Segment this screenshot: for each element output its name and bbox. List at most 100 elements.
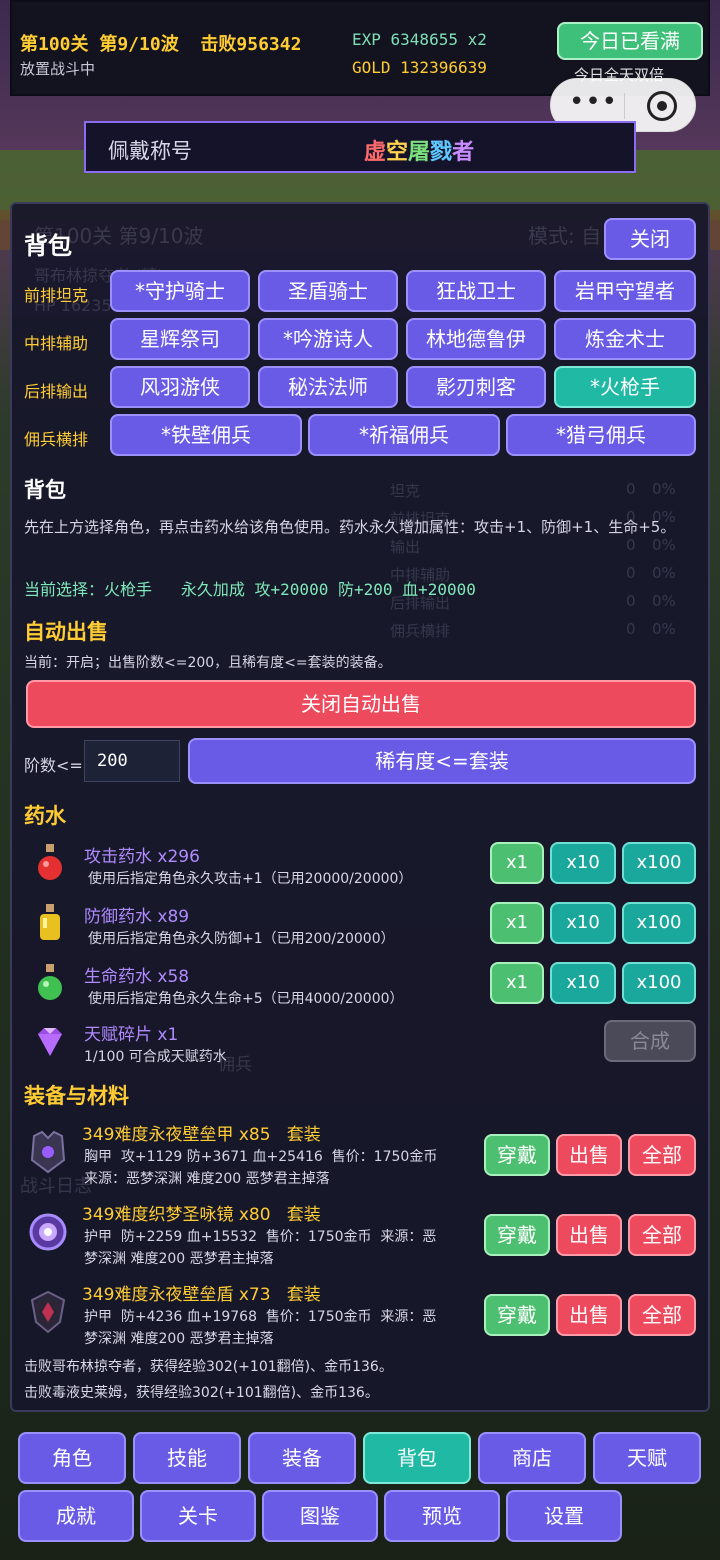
shield-icon <box>30 1290 66 1334</box>
potions-title: 药水 <box>24 804 66 828</box>
role-guardian-knight[interactable]: *守护骑士 <box>110 270 250 312</box>
nav-shop[interactable]: 商店 <box>478 1432 586 1484</box>
backpack-panel: 第100关 第9/10波 模式: 自 哥布林掠夺者 (精) HP 16235..… <box>10 202 710 1412</box>
equip-button[interactable]: 穿戴 <box>484 1294 550 1336</box>
equipment-source: 梦深渊 难度200 恶梦君主掉落 <box>84 1331 274 1347</box>
shard-desc: 1/100 可合成天赋药水 <box>84 1049 227 1065</box>
gold-readout: GOLD 132396639 <box>352 58 487 77</box>
nav-equipment[interactable]: 装备 <box>248 1432 356 1484</box>
auto-sell-toggle-button[interactable]: 关闭自动出售 <box>26 680 696 728</box>
equipment-stats: 胸甲 攻+1129 防+3671 血+25416 售价：1750金币 <box>84 1149 438 1165</box>
role-bow-mercenary[interactable]: *猎弓佣兵 <box>506 414 696 456</box>
role-rock-warden[interactable]: 岩甲守望者 <box>554 270 696 312</box>
ghost-battle-log: 战斗日志 <box>20 1176 92 1197</box>
role-shadow-assassin[interactable]: 影刃刺客 <box>406 366 546 408</box>
sell-button[interactable]: 出售 <box>556 1214 622 1256</box>
role-druid[interactable]: 林地德鲁伊 <box>406 318 546 360</box>
row-label-front: 前排坦克 <box>24 286 89 305</box>
auto-sell-desc: 当前：开启；出售阶数<=200，且稀有度<=套装的装备。 <box>24 655 392 671</box>
tier-label: 阶数<= <box>24 756 83 775</box>
role-bard[interactable]: *吟游诗人 <box>258 318 398 360</box>
capsule-divider <box>624 93 625 119</box>
role-shield-knight[interactable]: 圣盾骑士 <box>258 270 398 312</box>
role-iron-mercenary[interactable]: *铁壁佣兵 <box>110 414 302 456</box>
nav-skills[interactable]: 技能 <box>133 1432 241 1484</box>
row-label-mercenary: 佣兵横排 <box>24 430 89 449</box>
more-icon[interactable]: ••• <box>569 87 618 117</box>
sell-button[interactable]: 出售 <box>556 1294 622 1336</box>
nav-backpack[interactable]: 背包 <box>363 1432 471 1484</box>
use-x1-button[interactable]: x1 <box>490 962 544 1004</box>
row-label-middle: 中排辅助 <box>24 334 89 353</box>
close-button[interactable]: 关闭 <box>604 218 696 260</box>
sell-button[interactable]: 出售 <box>556 1134 622 1176</box>
nav-stages[interactable]: 关卡 <box>140 1490 256 1542</box>
worn-title-bar[interactable]: 佩戴称号 虚空屠戮者 <box>84 121 636 173</box>
attack-potion-icon <box>38 844 62 880</box>
use-x10-button[interactable]: x10 <box>550 962 616 1004</box>
nav-talent[interactable]: 天赋 <box>593 1432 701 1484</box>
equipment-title: 装备与材料 <box>24 1084 129 1108</box>
equipment-name: 349难度织梦圣咏镜 x80 套装 <box>82 1205 321 1225</box>
use-x10-button[interactable]: x10 <box>550 902 616 944</box>
equip-button[interactable]: 穿戴 <box>484 1214 550 1256</box>
role-bless-mercenary[interactable]: *祈福佣兵 <box>308 414 500 456</box>
potion-name: 生命药水 x58 <box>84 967 190 987</box>
potion-desc: 使用后指定角色永久防御+1（已用200/20000） <box>88 931 395 947</box>
equip-button[interactable]: 穿戴 <box>484 1134 550 1176</box>
worn-title-label: 佩戴称号 <box>108 139 192 163</box>
exp-readout: EXP 6348655 x2 <box>352 30 487 49</box>
role-star-priest[interactable]: 星辉祭司 <box>110 318 250 360</box>
equipment-stats: 护甲 防+2259 血+15532 售价：1750金币 来源：恶 <box>84 1229 437 1245</box>
backpack-header: 背包 <box>24 232 72 260</box>
tier-input[interactable] <box>84 740 180 782</box>
stage-wave-text: 第100关 第9/10波 击败956342 <box>20 34 302 55</box>
nav-preview[interactable]: 预览 <box>384 1490 500 1542</box>
equipment-source: 梦深渊 难度200 恶梦君主掉落 <box>84 1251 274 1267</box>
potion-desc: 使用后指定角色永久攻击+1（已用20000/20000） <box>88 871 413 887</box>
talent-shard-icon <box>38 1028 62 1056</box>
watched-full-button[interactable]: 今日已看满 <box>557 22 703 60</box>
use-x100-button[interactable]: x100 <box>622 962 696 1004</box>
use-x100-button[interactable]: x100 <box>622 842 696 884</box>
current-selection: 当前选择：火枪手 永久加成 攻+20000 防+200 血+20000 <box>24 580 476 599</box>
defense-potion-icon <box>40 904 60 940</box>
idle-status: 放置战斗中 <box>20 60 96 78</box>
role-alchemist[interactable]: 炼金术士 <box>554 318 696 360</box>
role-arcane-mage[interactable]: 秘法法师 <box>258 366 398 408</box>
chest-armor-icon <box>30 1130 66 1174</box>
shard-name: 天赋碎片 x1 <box>84 1025 179 1045</box>
rarity-filter-button[interactable]: 稀有度<=套装 <box>188 738 696 784</box>
ghost-role-stats: 坦克 0 0% 前排坦克 0 0% 输出 0 0% 中排辅助 0 0% 后排输出 0 0% 佣兵横排… <box>390 480 676 640</box>
nav-codex[interactable]: 图鉴 <box>262 1490 378 1542</box>
equipment-source: 来源：恶梦深渊 难度200 恶梦君主掉落 <box>84 1171 330 1187</box>
use-x1-button[interactable]: x1 <box>490 902 544 944</box>
use-x10-button[interactable]: x10 <box>550 842 616 884</box>
nav-character[interactable]: 角色 <box>18 1432 126 1484</box>
bag-title: 背包 <box>24 478 66 502</box>
mirror-icon <box>29 1213 67 1251</box>
potion-desc: 使用后指定角色永久生命+5（已用4000/20000） <box>88 991 404 1007</box>
nav-achievements[interactable]: 成就 <box>18 1490 134 1542</box>
use-x100-button[interactable]: x100 <box>622 902 696 944</box>
health-potion-icon <box>38 964 62 1000</box>
equipment-name: 349难度永夜壁垒甲 x85 套装 <box>82 1125 321 1145</box>
role-wind-ranger[interactable]: 风羽游侠 <box>110 366 250 408</box>
sell-all-button[interactable]: 全部 <box>628 1214 696 1256</box>
worn-title-value: 虚空屠戮者 <box>364 140 475 165</box>
potion-name: 攻击药水 x296 <box>84 847 200 867</box>
nav-settings[interactable]: 设置 <box>506 1490 622 1542</box>
bag-instruction: 先在上方选择角色，再点击药水给该角色使用。药水永久增加属性：攻击+1、防御+1、… <box>24 518 676 536</box>
role-musketeer[interactable]: *火枪手 <box>554 366 696 408</box>
synthesize-button[interactable]: 合成 <box>604 1020 696 1062</box>
sell-all-button[interactable]: 全部 <box>628 1294 696 1336</box>
sell-all-button[interactable]: 全部 <box>628 1134 696 1176</box>
role-berserker-guard[interactable]: 狂战卫士 <box>406 270 546 312</box>
use-x1-button[interactable]: x1 <box>490 842 544 884</box>
battle-log-line: 击败毒液史莱姆，获得经验302(+101翻倍)、金币136。 <box>24 1385 379 1401</box>
ghost-mode: 模式: 自 <box>528 224 602 248</box>
potion-name: 防御药水 x89 <box>84 907 190 927</box>
equipment-name: 349难度永夜壁垒盾 x73 套装 <box>82 1285 321 1305</box>
battle-log-line: 击败哥布林掠夺者，获得经验302(+101翻倍)、金币136。 <box>24 1359 393 1375</box>
close-target-icon[interactable] <box>647 91 677 121</box>
